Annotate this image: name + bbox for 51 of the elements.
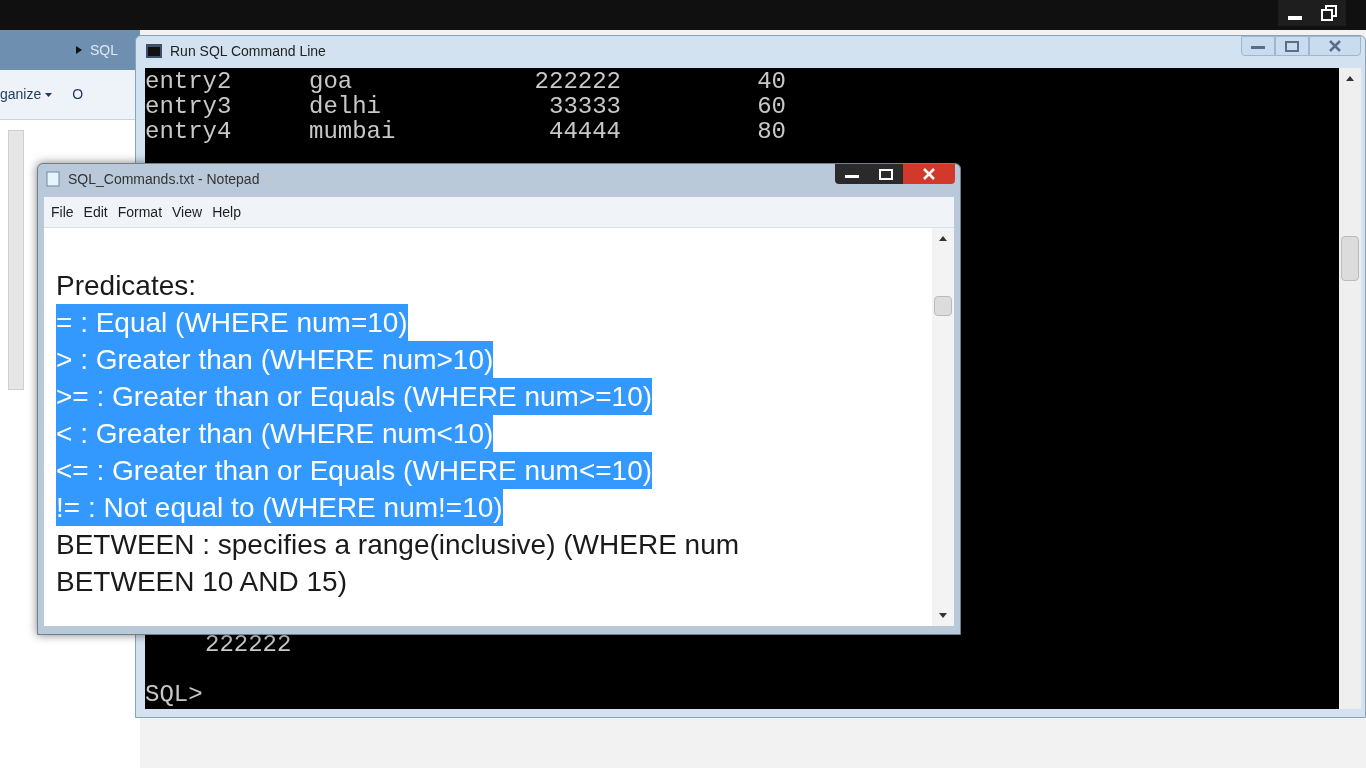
- menu-item[interactable]: Edit: [83, 201, 108, 223]
- console-cell-text: 44444: [548, 119, 621, 144]
- text-line: BETWEEN : specifies a range(inclusive) (WHERE num BETWEEN 10 AND 15): [56, 528, 741, 599]
- window-title: SQL_Commands.txt - Notepad: [68, 169, 260, 189]
- maximize-button[interactable]: [869, 164, 903, 184]
- maximize-icon: [1285, 40, 1299, 52]
- console-cell-text: delhi: [309, 94, 382, 119]
- menu-item[interactable]: Help: [212, 201, 241, 223]
- scrollbar[interactable]: [932, 228, 954, 626]
- maximize-icon: [879, 168, 893, 180]
- close-button[interactable]: [1309, 36, 1361, 56]
- console-cell-text: entry3: [145, 94, 233, 119]
- console-cell-text: 222222: [533, 69, 621, 94]
- scrollbar[interactable]: [8, 130, 24, 390]
- minimize-button[interactable]: [835, 164, 869, 184]
- console-line: 222222: [204, 632, 292, 657]
- console-cell-text: 80: [756, 119, 786, 144]
- scrollbar-thumb[interactable]: [934, 296, 952, 316]
- toolbar-button[interactable]: ganize: [0, 84, 53, 105]
- text-line: Predicates:: [56, 269, 197, 303]
- console-cell-text: 60: [756, 94, 786, 119]
- menu-item[interactable]: File: [51, 201, 74, 223]
- scrollbar[interactable]: [1339, 68, 1361, 709]
- menu-item[interactable]: View: [172, 201, 203, 223]
- caret-icon: [45, 92, 53, 97]
- notepad-icon: [46, 171, 60, 187]
- restore-icon: [1321, 5, 1337, 21]
- console-cell-text: entry4: [145, 119, 233, 144]
- console-prompt: SQL>: [145, 682, 203, 707]
- restore-button[interactable]: [1312, 0, 1346, 26]
- console-icon: [146, 44, 162, 58]
- minimize-icon: [1251, 46, 1265, 50]
- console-cell-text: goa: [309, 69, 354, 94]
- arrow-icon: [76, 46, 82, 54]
- console-cell-text: mumbai: [309, 119, 397, 144]
- minimize-button[interactable]: [1278, 0, 1312, 26]
- scroll-up-icon: [1346, 76, 1354, 81]
- close-icon: [1329, 40, 1341, 52]
- scrollbar-thumb[interactable]: [1341, 236, 1359, 281]
- scroll-up-icon: [939, 236, 947, 241]
- close-button[interactable]: [903, 164, 955, 184]
- console-cell-text: 40: [756, 69, 786, 94]
- console-cell-text: 33333: [548, 94, 621, 119]
- window-title: Run SQL Command Line: [170, 41, 326, 61]
- minimize-icon: [1288, 16, 1302, 20]
- close-icon: [923, 168, 935, 180]
- menu-item[interactable]: Format: [117, 201, 163, 223]
- scroll-down-icon: [939, 613, 947, 618]
- toolbar-button[interactable]: O: [72, 84, 84, 105]
- minimize-icon: [845, 175, 859, 179]
- console-cell-text: entry2: [145, 69, 233, 94]
